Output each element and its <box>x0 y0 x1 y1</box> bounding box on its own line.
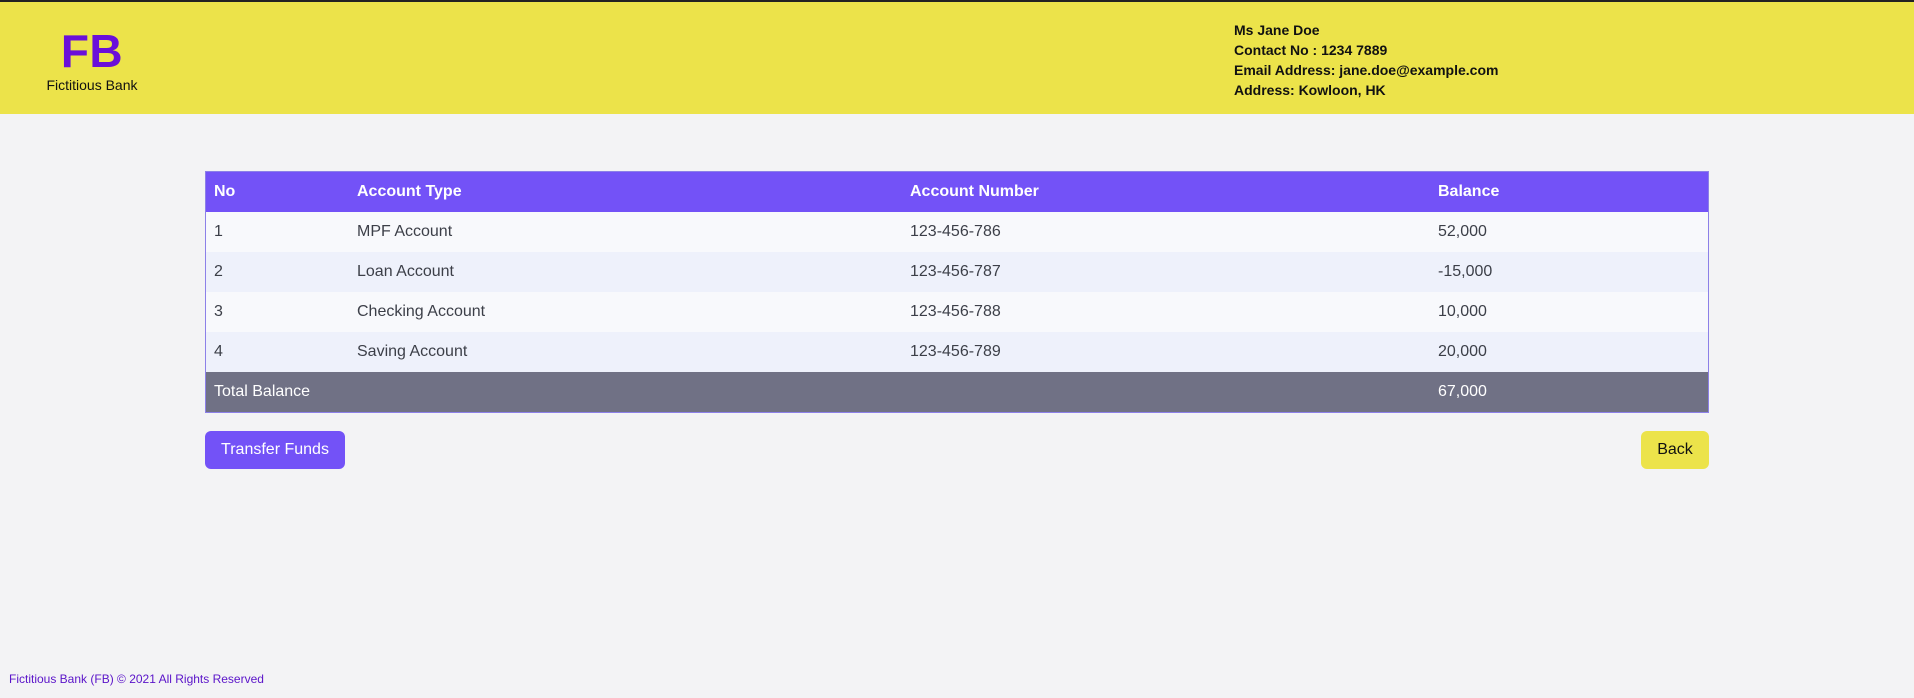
total-balance-label: Total Balance <box>206 372 1430 412</box>
row-no: 1 <box>206 212 349 252</box>
page-header: FB Fictitious Bank Ms Jane Doe Contact N… <box>0 2 1914 114</box>
table-row: 2 Loan Account 123-456-787 -15,000 <box>206 252 1708 292</box>
accounts-table: No Account Type Account Number Balance 1… <box>205 171 1709 413</box>
row-balance: 20,000 <box>1430 332 1708 372</box>
row-balance: -15,000 <box>1430 252 1708 292</box>
customer-address: Address: Kowloon, HK <box>1234 82 1386 98</box>
footer-copyright: Fictitious Bank (FB) © 2021 All Rights R… <box>9 672 264 686</box>
header-no: No <box>206 172 349 212</box>
row-account-type: Saving Account <box>349 332 902 372</box>
row-account-type: Checking Account <box>349 292 902 332</box>
table-row: 3 Checking Account 123-456-788 10,000 <box>206 292 1708 332</box>
row-no: 3 <box>206 292 349 332</box>
header-account-type: Account Type <box>349 172 902 212</box>
row-balance: 10,000 <box>1430 292 1708 332</box>
table-row: 1 MPF Account 123-456-786 52,000 <box>206 212 1708 252</box>
row-no: 4 <box>206 332 349 372</box>
back-button[interactable]: Back <box>1641 431 1709 469</box>
row-account-number: 123-456-787 <box>902 252 1430 292</box>
customer-contact: Contact No : 1234 7889 <box>1234 42 1388 58</box>
row-balance: 52,000 <box>1430 212 1708 252</box>
row-account-type: MPF Account <box>349 212 902 252</box>
customer-name: Ms Jane Doe <box>1234 22 1320 38</box>
logo-mark: FB <box>60 25 124 77</box>
logo-name: Fictitious Bank <box>46 77 138 93</box>
table-row: 4 Saving Account 123-456-789 20,000 <box>206 332 1708 372</box>
row-account-number: 123-456-788 <box>902 292 1430 332</box>
row-account-number: 123-456-789 <box>902 332 1430 372</box>
row-account-number: 123-456-786 <box>902 212 1430 252</box>
bank-logo[interactable]: FB Fictitious Bank <box>40 26 144 94</box>
customer-email: Email Address: jane.doe@example.com <box>1234 62 1499 78</box>
transfer-funds-button[interactable]: Transfer Funds <box>205 431 345 469</box>
total-balance-row: Total Balance 67,000 <box>206 372 1708 412</box>
header-balance: Balance <box>1430 172 1708 212</box>
table-header-row: No Account Type Account Number Balance <box>206 172 1708 212</box>
customer-profile: Ms Jane Doe Contact No : 1234 7889 Email… <box>1234 20 1498 100</box>
row-no: 2 <box>206 252 349 292</box>
header-account-number: Account Number <box>902 172 1430 212</box>
total-balance-value: 67,000 <box>1430 372 1708 412</box>
row-account-type: Loan Account <box>349 252 902 292</box>
